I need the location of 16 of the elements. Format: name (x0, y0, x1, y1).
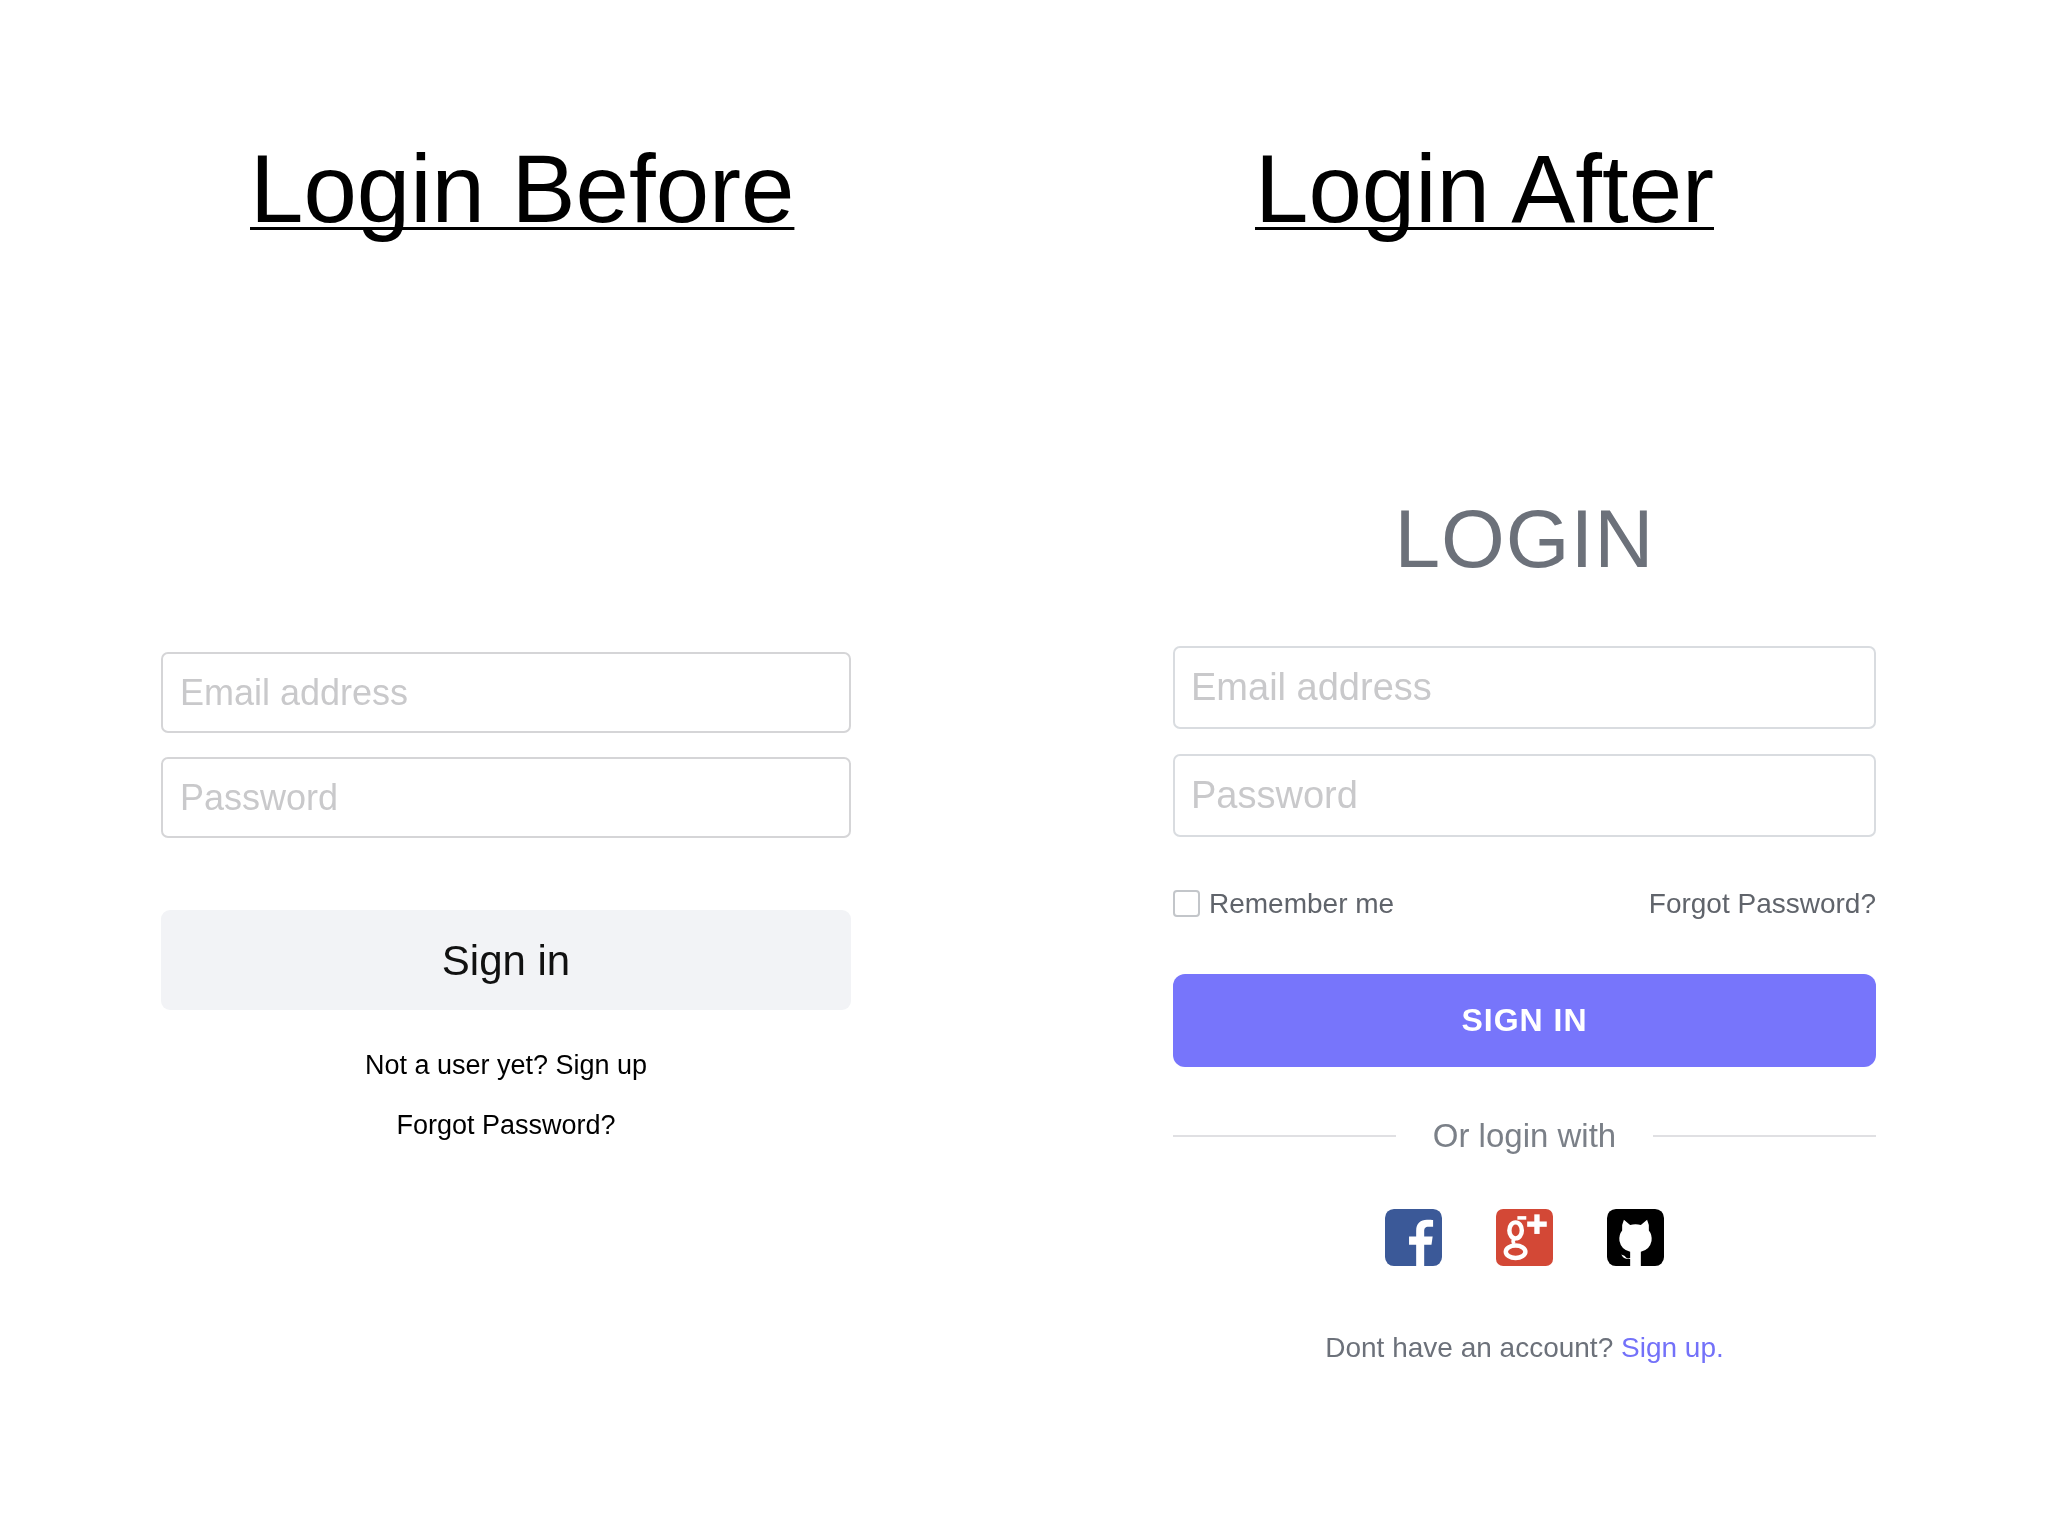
remember-label: Remember me (1209, 886, 1395, 921)
signup-link[interactable]: Not a user yet? Sign up (364, 1045, 648, 1086)
sign-in-button[interactable]: SIGN IN (1173, 973, 1876, 1067)
page-title: Login After (1255, 134, 1714, 244)
signup-link[interactable]: Sign up. (1621, 1331, 1724, 1363)
remember-checkbox[interactable] (1173, 890, 1200, 918)
f-logo-icon[interactable] (1385, 1208, 1442, 1266)
g-plus-logo-icon[interactable] (1496, 1208, 1553, 1266)
divider-label: Or login with (1432, 1115, 1617, 1156)
login-heading: LOGIN (1393, 492, 1656, 587)
page-title: Login Before (250, 134, 795, 244)
cat-logo-icon[interactable] (1607, 1208, 1664, 1266)
sign-in-button[interactable]: Sign in (161, 910, 851, 1011)
forgot-password-link[interactable]: Forgot Password? (1648, 882, 1876, 925)
forgot-password-link[interactable]: Forgot Password? (396, 1105, 616, 1146)
signup-prompt: Dont have an account? (1325, 1331, 1614, 1363)
